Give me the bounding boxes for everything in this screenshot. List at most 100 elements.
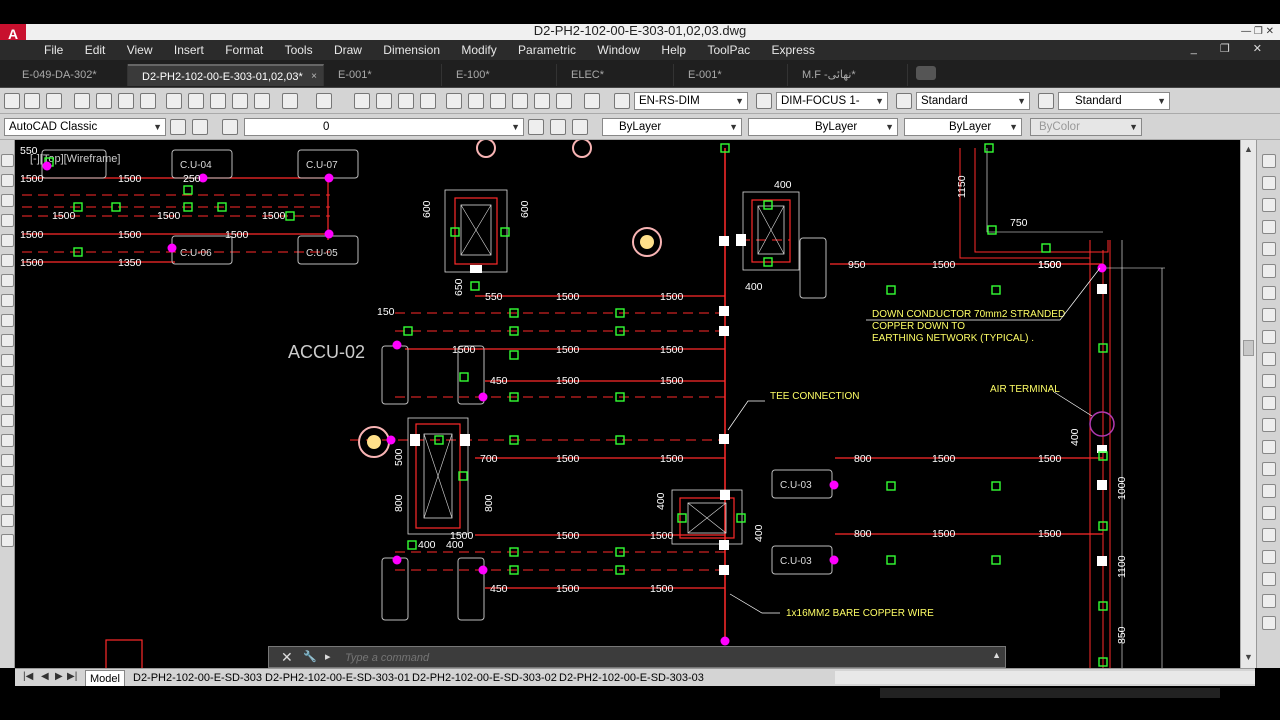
revision-cloud-icon[interactable]: [1, 294, 14, 307]
match-properties-icon[interactable]: [232, 93, 248, 109]
erase-icon[interactable]: [1262, 154, 1276, 168]
prev-layout-icon[interactable]: ◀: [41, 671, 49, 682]
menu-window[interactable]: Window: [597, 40, 640, 60]
construction-line-icon[interactable]: [1, 174, 14, 187]
menu-tools[interactable]: Tools: [285, 40, 313, 60]
multileader-style-select[interactable]: Standard ▼: [1058, 92, 1170, 110]
copy-object-icon[interactable]: [1262, 176, 1276, 190]
array-icon[interactable]: [1262, 242, 1276, 256]
sheet-set-icon[interactable]: [512, 93, 528, 109]
polyline-icon[interactable]: [1, 194, 14, 207]
cut-icon[interactable]: [166, 93, 182, 109]
layer-state-icon[interactable]: [572, 119, 588, 135]
move-icon[interactable]: [1262, 264, 1276, 278]
dim-style-select[interactable]: DIM-FOCUS 1- ▼: [776, 92, 888, 110]
explode-icon[interactable]: [1262, 528, 1276, 542]
multileader-style-icon[interactable]: [1038, 93, 1054, 109]
3d-dwf-icon[interactable]: [140, 93, 156, 109]
spline-edit-icon[interactable]: [1262, 572, 1276, 586]
publish-icon[interactable]: [118, 93, 134, 109]
gradient-icon[interactable]: [1, 454, 14, 467]
file-tab[interactable]: ELEC*: [557, 64, 674, 86]
horizontal-scrollbar[interactable]: [835, 671, 1255, 684]
file-tab[interactable]: E-100*: [442, 64, 557, 86]
chamfer-icon[interactable]: [1262, 462, 1276, 476]
customize-icon[interactable]: 🔧: [303, 650, 317, 663]
extend-icon[interactable]: [1262, 374, 1276, 388]
menu-dimension[interactable]: Dimension: [383, 40, 440, 60]
zoom-window-icon[interactable]: [398, 93, 414, 109]
open-file-icon[interactable]: [24, 93, 40, 109]
recent-commands-icon[interactable]: ▸: [325, 650, 331, 663]
hatch-icon[interactable]: [1, 434, 14, 447]
document-window-controls[interactable]: _ ❐ ✕: [1191, 42, 1272, 55]
mirror-icon[interactable]: [1262, 198, 1276, 212]
next-layout-icon[interactable]: ▶: [55, 671, 63, 682]
scroll-thumb[interactable]: [1243, 340, 1254, 356]
add-selected-icon[interactable]: [1, 534, 14, 547]
fillet-icon[interactable]: [1262, 484, 1276, 498]
menu-express[interactable]: Express: [772, 40, 815, 60]
zoom-realtime-icon[interactable]: [376, 93, 392, 109]
menu-toolpac[interactable]: ToolPac: [707, 40, 750, 60]
trim-icon[interactable]: [1262, 352, 1276, 366]
color-select[interactable]: ByLayer ▼: [602, 118, 742, 136]
layout-tab[interactable]: D2-PH2-102-00-E-SD-303-02: [408, 670, 561, 686]
text-style-select[interactable]: EN-RS-DIM ▼: [634, 92, 748, 110]
join-icon[interactable]: [1262, 440, 1276, 454]
linetype-select[interactable]: ByLayer ▼: [748, 118, 898, 136]
lineweight-select[interactable]: ByLayer ▼: [904, 118, 1022, 136]
spline-icon[interactable]: [1, 314, 14, 327]
lock-ui-icon[interactable]: [192, 119, 208, 135]
rotate-icon[interactable]: [1262, 286, 1276, 300]
menu-edit[interactable]: Edit: [85, 40, 106, 60]
arc-icon[interactable]: [1, 254, 14, 267]
layer-properties-icon[interactable]: [222, 119, 238, 135]
ellipse-arc-icon[interactable]: [1, 354, 14, 367]
offset-icon[interactable]: [1262, 220, 1276, 234]
rectangle-icon[interactable]: [1, 234, 14, 247]
new-file-icon[interactable]: [4, 93, 20, 109]
copy-icon[interactable]: [188, 93, 204, 109]
hatch-edit-icon[interactable]: [1262, 594, 1276, 608]
break-at-point-icon[interactable]: [1262, 396, 1276, 410]
layout-tab[interactable]: D2-PH2-102-00-E-SD-303-03: [555, 670, 708, 686]
file-tab[interactable]: E-001*: [324, 64, 442, 86]
last-layout-icon[interactable]: ▶|: [67, 671, 77, 682]
block-editor-icon[interactable]: [254, 93, 270, 109]
redo-icon[interactable]: [316, 93, 332, 109]
close-icon[interactable]: ×: [311, 66, 317, 88]
first-layout-icon[interactable]: |◀: [23, 671, 33, 682]
file-tab[interactable]: M.F -نهائى*: [788, 64, 908, 86]
workspace-select[interactable]: AutoCAD Classic ▼: [4, 118, 166, 136]
menu-modify[interactable]: Modify: [461, 40, 496, 60]
new-tab-button[interactable]: [916, 66, 936, 80]
make-current-icon[interactable]: [528, 119, 544, 135]
zoom-previous-icon[interactable]: [420, 93, 436, 109]
command-input[interactable]: [345, 650, 945, 666]
blend-curves-icon[interactable]: [1262, 506, 1276, 520]
ellipse-icon[interactable]: [1, 334, 14, 347]
menu-insert[interactable]: Insert: [174, 40, 204, 60]
file-tab[interactable]: E-001*: [674, 64, 788, 86]
line-icon[interactable]: [1, 154, 14, 167]
table-style-select[interactable]: Standard ▼: [916, 92, 1030, 110]
layout-tab-model[interactable]: Model: [85, 670, 125, 686]
file-tab-active[interactable]: D2-PH2-102-00-E-303-01,02,03* ×: [128, 64, 324, 86]
file-tab[interactable]: E-049-DA-302*: [8, 64, 128, 86]
markup-icon[interactable]: [534, 93, 550, 109]
layer-previous-icon[interactable]: [550, 119, 566, 135]
menu-help[interactable]: Help: [661, 40, 686, 60]
properties-icon[interactable]: [446, 93, 462, 109]
table-icon[interactable]: [1, 494, 14, 507]
plot-preview-icon[interactable]: [96, 93, 112, 109]
workspace-settings-icon[interactable]: [170, 119, 186, 135]
layout-tab[interactable]: D2-PH2-102-00-E-SD-303-01: [261, 670, 414, 686]
pan-icon[interactable]: [354, 93, 370, 109]
stretch-icon[interactable]: [1262, 330, 1276, 344]
window-controls[interactable]: — ❐ ✕: [1241, 26, 1274, 37]
scale-icon[interactable]: [1262, 308, 1276, 322]
command-history-icon[interactable]: ▲: [992, 650, 1001, 660]
scroll-up-icon[interactable]: ▲: [1244, 144, 1253, 154]
close-icon[interactable]: ✕: [281, 649, 293, 666]
